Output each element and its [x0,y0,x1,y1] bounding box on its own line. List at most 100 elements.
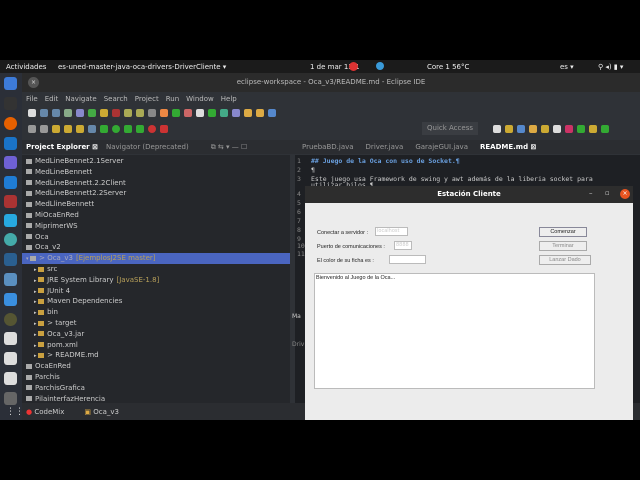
debug-perspective-icon[interactable] [577,125,585,133]
browser-icon[interactable] [4,233,17,246]
firefox-icon[interactable] [4,117,17,130]
comenzar-button[interactable]: Comenzar [539,227,587,237]
external-tools-icon[interactable] [160,125,168,133]
coverage-icon[interactable] [124,125,132,133]
menu-project[interactable]: Project [135,95,159,103]
markers-icon[interactable] [208,109,216,117]
debug-icon[interactable] [100,125,108,133]
pin-icon[interactable] [88,125,96,133]
quick-access-input[interactable]: Quick Access [422,122,478,135]
vscode-icon[interactable] [4,176,17,189]
tab-project-explorer[interactable]: Project Explorer ⊠ [26,143,98,151]
tree-item[interactable]: MedLineBennett2.2Server [22,188,290,199]
menu-navigate[interactable]: Navigate [65,95,96,103]
terminal-icon[interactable] [4,97,17,110]
tab-navigator[interactable]: Navigator (Deprecated) [106,143,189,151]
team-perspective-icon[interactable] [553,125,561,133]
tree-item[interactable]: ▸ Oca_v3.jar [22,329,290,340]
tree-item[interactable]: Oca [22,232,290,243]
plugin-perspective-icon[interactable] [589,125,597,133]
java-app-icon[interactable] [4,352,17,365]
terminar-button[interactable]: Terminar [539,241,587,251]
tree-item[interactable]: ▸ pom.xml [22,340,290,351]
remote-desktop-icon[interactable] [4,273,17,286]
trash-icon[interactable] [4,392,17,405]
menu-search[interactable]: Search [104,95,128,103]
tab-garajegui[interactable]: GarajeGUI.java [415,143,468,151]
cpu-temp[interactable]: Core 1 56°C [427,63,469,71]
search-icon[interactable] [256,109,264,117]
taskbar-oca-v3[interactable]: ▣ Oca_v3 [84,408,119,416]
taskbar-codemix[interactable]: ● CodeMix [26,408,64,416]
tab-driver[interactable]: Driver.java [366,143,404,151]
tree-item[interactable]: MiOcaEnRed [22,210,290,221]
open-type-icon[interactable] [244,109,252,117]
files-icon[interactable] [4,77,17,90]
back-icon[interactable] [64,125,72,133]
menu-run[interactable]: Run [166,95,179,103]
settings-icon[interactable] [4,313,17,326]
tab-pruebabd[interactable]: PruebaBD.java [302,143,354,151]
browser-icon[interactable] [160,109,168,117]
resource-perspective-icon[interactable] [541,125,549,133]
log-textarea[interactable]: Bienvenido al Juego de la Oca... [314,273,595,389]
menu-file[interactable]: File [26,95,38,103]
outline-icon[interactable] [220,109,228,117]
code-line[interactable]: ¶ [311,166,315,174]
kde-connect-icon[interactable] [4,214,17,227]
tree-item[interactable]: MedLineBennet2.1Server [22,156,290,167]
tree-item[interactable]: ▸ > target [22,318,290,329]
outlook-icon[interactable] [4,137,17,150]
java-perspective-icon[interactable] [517,125,525,133]
activities-button[interactable]: Actividades [6,63,46,71]
tab-readme[interactable]: README.md ⊠ [480,143,536,151]
tree-item[interactable]: ▸ bin [22,307,290,318]
console-icon[interactable] [76,109,84,117]
tree-item[interactable]: ▾ > Oca_v3 [EjemplosJ2SE master] [22,253,290,265]
document-icon[interactable] [4,293,17,306]
debug-tool-icon[interactable] [148,109,156,117]
menu-window[interactable]: Window [186,95,214,103]
lanzar-dado-button[interactable]: Lanzar Dado [539,255,591,265]
forward-icon[interactable] [76,125,84,133]
resume-icon[interactable] [88,109,96,117]
next-annotation-icon[interactable] [52,125,60,133]
analyze-perspective-icon[interactable] [565,125,573,133]
open-perspective-icon[interactable] [493,125,501,133]
teams-icon[interactable] [4,156,17,169]
side-view-tab[interactable]: Ma [292,313,301,320]
tree-item[interactable]: OcaEnRed [22,361,290,372]
server-input[interactable]: localhost [375,227,408,236]
tree-item[interactable]: MedLineBennett [22,167,290,178]
java-app-icon[interactable] [4,332,17,345]
port-input[interactable]: 8888 [394,241,412,250]
new-class-icon[interactable] [232,109,240,117]
build-icon[interactable] [172,109,180,117]
tree-item[interactable]: MedLineBennett.2.2Client [22,178,290,189]
menu-help[interactable]: Help [221,95,237,103]
telegram-icon[interactable] [376,62,384,70]
minimize-button[interactable]: – [589,189,593,197]
terminate-icon[interactable] [112,109,120,117]
suspend-icon[interactable] [100,109,108,117]
save-icon[interactable] [40,109,48,117]
annotation-icon[interactable] [28,125,36,133]
java-app-icon[interactable] [4,372,17,385]
network-icon[interactable] [4,253,17,266]
run-icon[interactable] [112,125,120,133]
stop-icon[interactable] [148,125,156,133]
language-selector[interactable]: es ▾ [560,63,574,71]
step-into-icon[interactable] [124,109,132,117]
java-ee-perspective-icon[interactable] [505,125,513,133]
server-icon[interactable] [184,109,192,117]
view-toolbar-icons[interactable]: ⧉ ⇆ ▾ — ☐ [211,143,248,152]
code-line[interactable]: ## Juego de la Oca con uso de Socket.¶ [311,157,460,165]
maximize-button[interactable]: ▫ [605,189,610,197]
new-icon[interactable] [28,109,36,117]
record-icon[interactable] [349,62,358,71]
close-window-button[interactable]: × [28,77,39,88]
git-perspective-icon[interactable] [529,125,537,133]
save-all-icon[interactable] [52,109,60,117]
tree-item[interactable]: ▸ JUnit 4 [22,286,290,297]
run-last-icon[interactable] [136,125,144,133]
